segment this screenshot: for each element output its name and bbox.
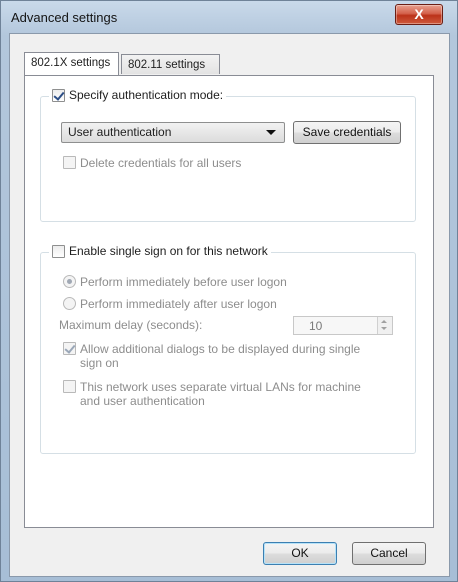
enable-sso-checkbox-row[interactable]: Enable single sign on for this network bbox=[49, 244, 271, 258]
max-delay-spinner[interactable]: 10 bbox=[293, 316, 393, 335]
delete-credentials-row[interactable]: Delete credentials for all users bbox=[63, 156, 241, 170]
chevron-down-icon bbox=[266, 130, 276, 135]
allow-dialogs-label-line2: sign on bbox=[80, 356, 119, 370]
separate-vlan-checkbox[interactable] bbox=[63, 380, 76, 393]
title-bar[interactable]: Advanced settings X bbox=[1, 1, 457, 34]
close-button[interactable]: X bbox=[395, 4, 443, 25]
max-delay-label: Maximum delay (seconds): bbox=[59, 318, 203, 332]
spin-up-icon[interactable] bbox=[381, 320, 387, 323]
tab-panel-802-1x: Specify authentication mode: User authen… bbox=[24, 75, 434, 528]
save-credentials-button[interactable]: Save credentials bbox=[293, 121, 401, 144]
perform-after-logon-label: Perform immediately after user logon bbox=[80, 297, 277, 311]
perform-before-logon-label: Perform immediately before user logon bbox=[80, 275, 287, 289]
max-delay-row: Maximum delay (seconds): bbox=[59, 318, 202, 332]
window-title: Advanced settings bbox=[11, 10, 118, 25]
tab-802-11-settings[interactable]: 802.11 settings bbox=[121, 54, 220, 74]
perform-before-logon-radio[interactable] bbox=[63, 275, 76, 288]
tab-802-1x-settings[interactable]: 802.1X settings bbox=[24, 52, 119, 75]
specify-auth-mode-checkbox[interactable] bbox=[52, 88, 65, 102]
separate-vlan-label: This network uses separate virtual LANs … bbox=[80, 380, 361, 408]
spin-down-icon[interactable] bbox=[381, 327, 387, 330]
separate-vlan-label-line1: This network uses separate virtual LANs … bbox=[80, 380, 361, 394]
perform-after-logon-row[interactable]: Perform immediately after user logon bbox=[63, 297, 277, 311]
specify-auth-mode-checkbox-row[interactable]: Specify authentication mode: bbox=[49, 88, 227, 102]
dialog-client-area: 802.1X settings 802.11 settings Specify … bbox=[9, 33, 450, 577]
allow-dialogs-label: Allow additional dialogs to be displayed… bbox=[80, 342, 360, 370]
advanced-settings-window: Advanced settings X 802.1X settings 802.… bbox=[0, 0, 458, 582]
perform-before-logon-row[interactable]: Perform immediately before user logon bbox=[63, 275, 287, 289]
separate-vlan-row[interactable]: This network uses separate virtual LANs … bbox=[63, 380, 361, 408]
enable-sso-checkbox[interactable] bbox=[52, 244, 65, 258]
authentication-mode-select[interactable]: User authentication bbox=[61, 122, 285, 143]
max-delay-value: 10 bbox=[309, 319, 323, 333]
allow-dialogs-label-line1: Allow additional dialogs to be displayed… bbox=[80, 342, 361, 356]
allow-dialogs-row[interactable]: Allow additional dialogs to be displayed… bbox=[63, 342, 360, 370]
separate-vlan-label-line2: and user authentication bbox=[80, 394, 205, 408]
delete-credentials-checkbox[interactable] bbox=[63, 156, 76, 169]
delete-credentials-label: Delete credentials for all users bbox=[80, 156, 242, 170]
enable-sso-label: Enable single sign on for this network bbox=[69, 244, 268, 258]
close-icon: X bbox=[414, 6, 424, 22]
specify-auth-mode-label: Specify authentication mode: bbox=[69, 88, 224, 102]
cancel-button[interactable]: Cancel bbox=[352, 542, 426, 565]
perform-after-logon-radio[interactable] bbox=[63, 297, 76, 310]
authentication-mode-value: User authentication bbox=[68, 125, 172, 139]
spinner-arrows[interactable] bbox=[377, 317, 392, 334]
ok-button[interactable]: OK bbox=[263, 542, 337, 565]
allow-dialogs-checkbox[interactable] bbox=[63, 342, 76, 355]
